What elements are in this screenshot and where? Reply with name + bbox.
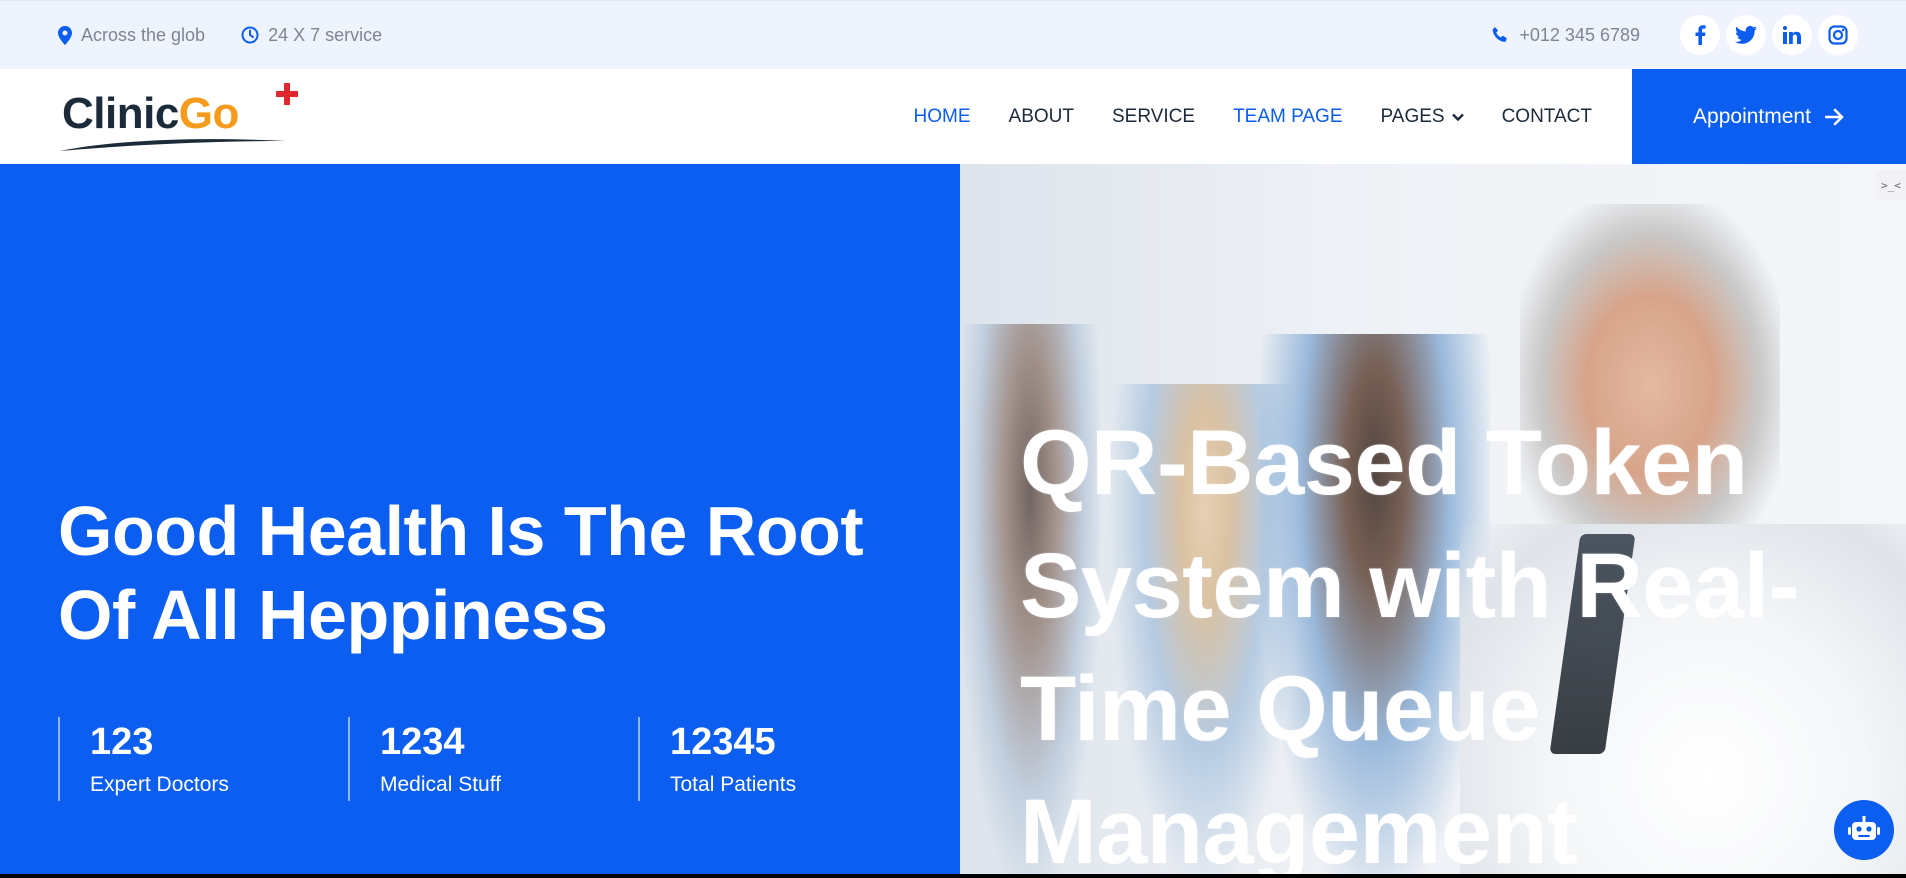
location-text: Across the glob [81,24,206,45]
hero-title: Good Health Is The Root Of All Heppiness [58,492,864,654]
logo-part-clinic: Clinic [62,89,179,138]
hero-overlay-title: QR-Based Token System with Real-Time Que… [1020,412,1799,874]
instagram-link[interactable] [1818,15,1858,55]
stat-total-patients: 12345 Total Patients [638,717,928,801]
clock-icon [241,26,259,44]
side-widget-tab[interactable]: >_< [1876,170,1906,200]
logo-part-go: Go [178,89,240,138]
appointment-label: Appointment [1693,104,1811,128]
nav-pages-dropdown[interactable]: PAGES [1381,106,1464,128]
chevron-down-icon [1451,113,1464,121]
logo-swoosh [60,139,286,151]
facebook-link[interactable] [1680,15,1720,55]
arrow-right-icon [1824,108,1844,125]
nav-service[interactable]: SERVICE [1112,106,1195,128]
linkedin-icon [1783,26,1801,44]
hero-left-panel: Good Health Is The Root Of All Heppiness… [0,164,960,874]
appointment-button[interactable]: Appointment [1632,69,1906,164]
stat-label: Medical Stuff [380,773,502,796]
location-info: Across the glob [58,25,205,46]
stat-value: 1234 [380,721,465,763]
chatbot-button[interactable] [1834,800,1894,860]
clinicgo-logo[interactable]: ClinicGo [58,83,308,153]
top-info-left: Across the glob 24 X 7 service [58,25,418,46]
main-navbar: ClinicGo HOME ABOUT SERVICE TEAM PAGE PA… [0,69,1906,164]
nav-team-page[interactable]: TEAM PAGE [1233,106,1342,128]
linkedin-link[interactable] [1772,15,1812,55]
phone-info[interactable]: +012 345 6789 [1491,25,1640,46]
nav-pages-label: PAGES [1380,105,1445,127]
medical-cross-icon [276,83,298,105]
logo-wordmark: ClinicGo [62,89,239,139]
stat-value: 123 [90,721,154,763]
stat-label: Expert Doctors [90,773,229,796]
twitter-link[interactable] [1726,15,1766,55]
hours-info: 24 X 7 service [241,25,382,46]
top-info-bar: Across the glob 24 X 7 service +012 345 … [0,0,1906,69]
hours-text: 24 X 7 service [268,24,383,45]
hero-stats: 123 Expert Doctors 1234 Medical Stuff 12… [58,717,928,801]
nav-contact[interactable]: CONTACT [1502,106,1592,128]
facebook-icon [1695,25,1706,45]
twitter-icon [1735,26,1757,44]
phone-text: +012 345 6789 [1519,24,1640,45]
stat-medical-stuff: 1234 Medical Stuff [348,717,638,801]
robot-icon [1848,816,1880,840]
map-pin-icon [58,25,72,45]
stat-value: 12345 [670,721,776,763]
top-info-right: +012 345 6789 [1491,15,1858,55]
phone-icon [1492,27,1508,42]
stat-expert-doctors: 123 Expert Doctors [58,717,348,801]
nav-home[interactable]: HOME [914,106,971,128]
stat-label: Total Patients [670,773,797,796]
hero-doctors-image: QR-Based Token System with Real-Time Que… [960,164,1906,874]
nav-about[interactable]: ABOUT [1009,106,1074,128]
instagram-icon [1828,25,1848,45]
nav-links: HOME ABOUT SERVICE TEAM PAGE PAGES CONTA… [876,69,1592,164]
